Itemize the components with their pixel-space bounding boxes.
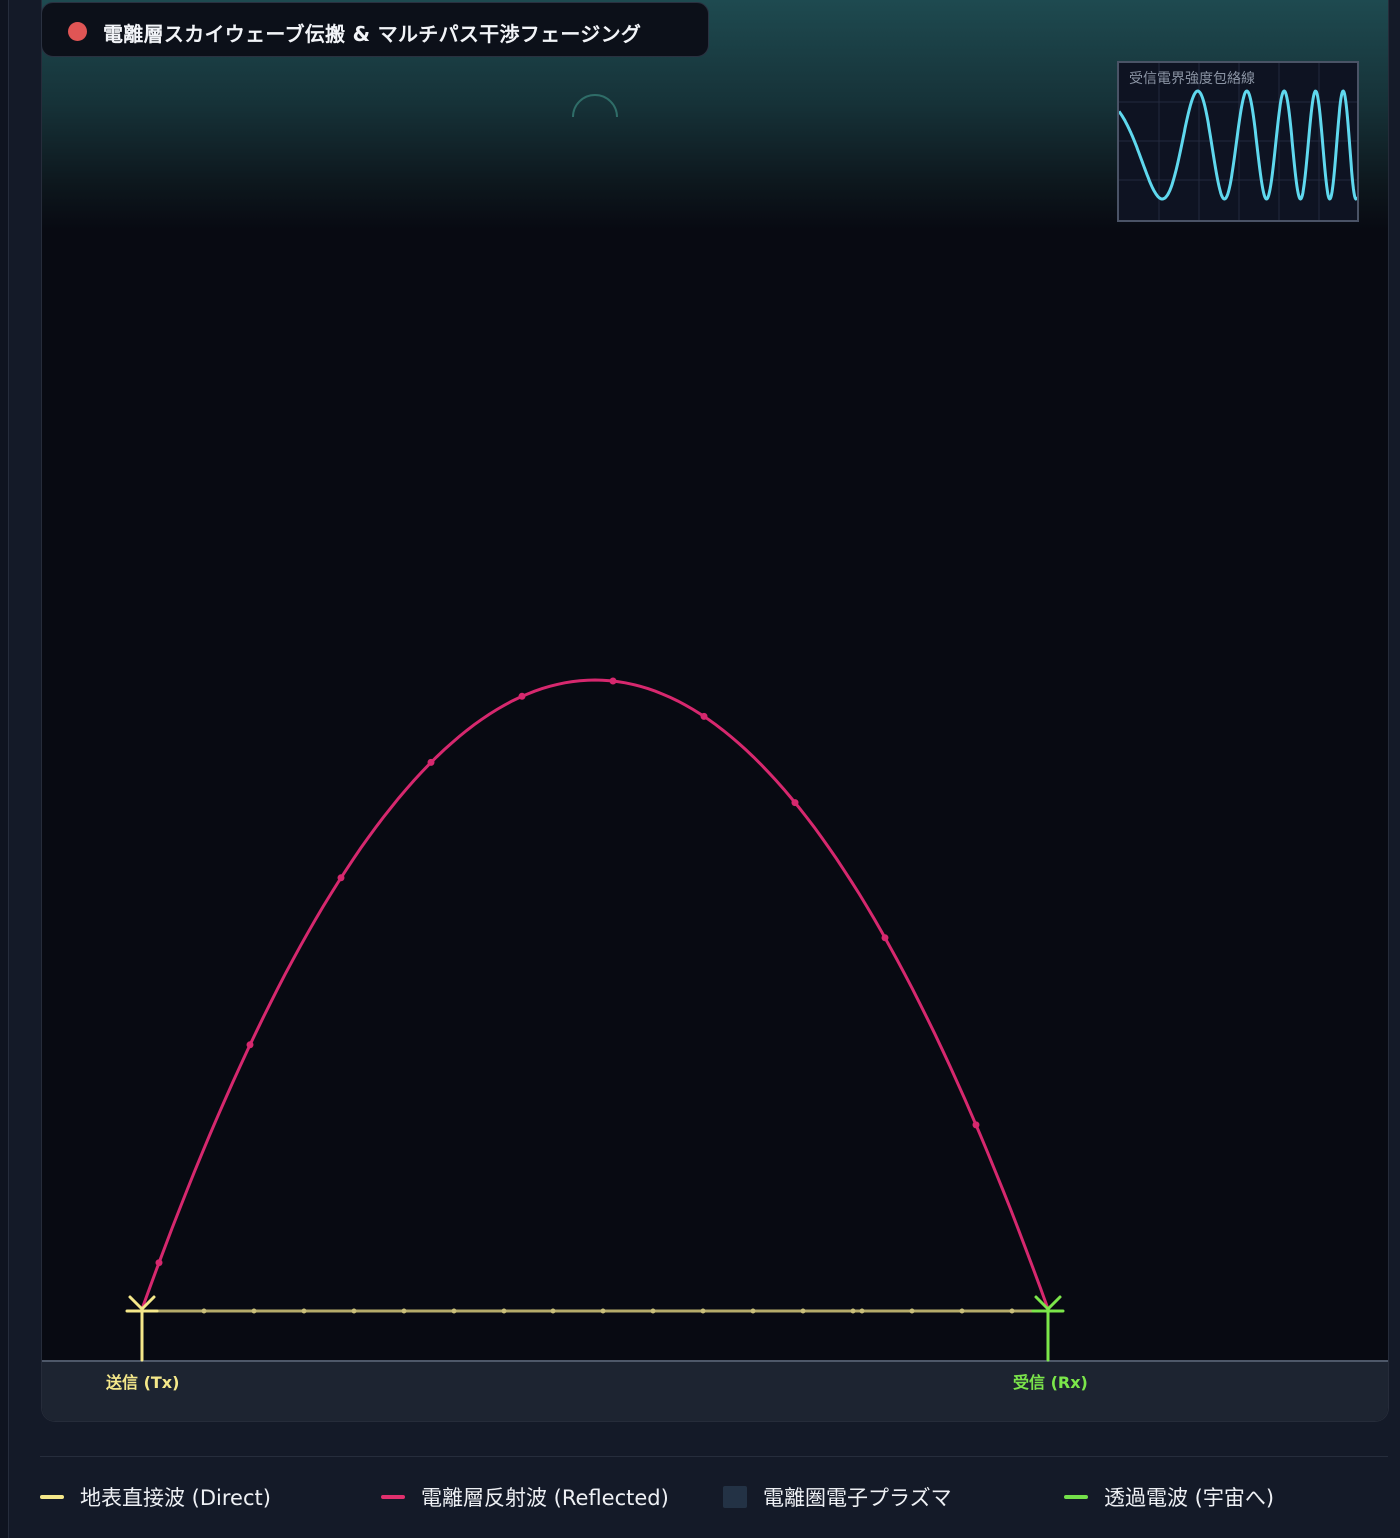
page-title: 電離層スカイウェーブ伝搬 & マルチパス干渉フェージング bbox=[103, 22, 642, 46]
direct-wave-packet bbox=[251, 1308, 257, 1314]
signal-envelope-inset: 受信電界強度包絡線 bbox=[1117, 61, 1359, 222]
reflected-wave-packet bbox=[246, 1041, 254, 1049]
reflected-wave-packet bbox=[518, 692, 526, 700]
direct-wave-packet bbox=[850, 1308, 856, 1314]
direct-wave-packet bbox=[800, 1308, 806, 1314]
direct-wave-packet bbox=[201, 1308, 207, 1314]
reflected-wave-packets bbox=[155, 677, 980, 1267]
direct-wave-packet bbox=[700, 1308, 706, 1314]
rx-label: 受信 (Rx) bbox=[1013, 1373, 1088, 1392]
reflected-wave-packet bbox=[609, 677, 617, 685]
direct-wave-packet bbox=[650, 1308, 656, 1314]
propagation-diagram bbox=[125, 94, 1065, 1362]
direct-wave-packet bbox=[750, 1308, 756, 1314]
direct-wave-packet bbox=[1009, 1308, 1015, 1314]
ionosphere-marker-arc bbox=[572, 94, 618, 118]
direct-wave-packet bbox=[401, 1308, 407, 1314]
reflected-wave-path bbox=[140, 678, 1050, 1310]
direct-wave-packet bbox=[600, 1308, 606, 1314]
direct-wave-packet bbox=[859, 1308, 865, 1314]
reflected-wave-packet bbox=[791, 799, 799, 807]
direct-wave-packet bbox=[451, 1308, 457, 1314]
direct-wave-packet bbox=[909, 1308, 915, 1314]
tx-label: 送信 (Tx) bbox=[106, 1373, 180, 1392]
reflected-wave-packet bbox=[700, 712, 708, 720]
title-badge: 電離層スカイウェーブ伝搬 & マルチパス干渉フェージング bbox=[41, 2, 709, 57]
reflected-wave-packet bbox=[337, 874, 345, 882]
envelope-wave bbox=[1119, 89, 1357, 201]
status-indicator bbox=[68, 22, 87, 41]
direct-wave-packet bbox=[959, 1308, 965, 1314]
reflected-wave-packet bbox=[155, 1259, 163, 1267]
direct-wave-packet bbox=[550, 1308, 556, 1314]
inset-title: 受信電界強度包絡線 bbox=[1129, 71, 1255, 87]
reflected-wave-packet bbox=[972, 1121, 980, 1129]
direct-wave-packet bbox=[301, 1308, 307, 1314]
reflected-wave-packet bbox=[427, 758, 435, 766]
direct-wave-packet bbox=[501, 1308, 507, 1314]
reflected-wave-packet bbox=[881, 934, 889, 942]
direct-wave-packet bbox=[351, 1308, 357, 1314]
